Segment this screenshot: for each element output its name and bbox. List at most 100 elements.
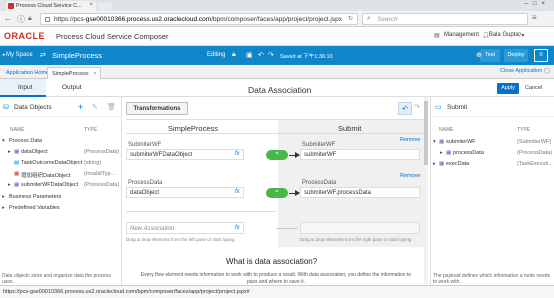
my-space-link[interactable]: My Space bbox=[6, 52, 33, 58]
tree-row[interactable]: ▸ ▦ dataObject (ProcessData) bbox=[0, 149, 122, 160]
col-name-header: NAME bbox=[10, 127, 25, 133]
back-icon[interactable]: ◂ bbox=[2, 52, 5, 58]
collapse-icon[interactable]: ▾ bbox=[433, 139, 436, 145]
source-expression-input[interactable]: dataObject bbox=[126, 187, 244, 198]
collapse-icon[interactable]: ▾ bbox=[2, 138, 5, 144]
tree-row-label: TaskOutcomeDataObject bbox=[21, 160, 83, 166]
submit-payload-panel: ▭ Submit NAME TYPE ▾ ▦ submiterWF (Submi… bbox=[430, 97, 554, 285]
payload-description: The payload defines which information a … bbox=[433, 273, 551, 285]
browser-tab[interactable]: Process Cloud Service C... × bbox=[6, 1, 96, 11]
close-application-link[interactable]: Close Application ◯ bbox=[500, 68, 550, 74]
data-object-icon: ▦ bbox=[14, 149, 20, 155]
menu-icon[interactable]: ≡ bbox=[532, 13, 537, 22]
redo-icon[interactable]: ↷ bbox=[268, 51, 274, 59]
new-association-input[interactable]: New Association bbox=[126, 222, 244, 234]
tree-row[interactable]: ▸ Business Parameters bbox=[0, 194, 122, 205]
close-tab-icon[interactable]: × bbox=[89, 2, 93, 8]
url-field[interactable]: https://pcs-gse00010366.process.us2.orac… bbox=[40, 13, 358, 25]
tree-row[interactable]: ▸ Predefined Variables bbox=[0, 205, 122, 216]
more-menu-icon[interactable]: ≡ bbox=[534, 49, 548, 62]
info-icon[interactable]: ⓘ bbox=[17, 14, 25, 25]
tab-application-home[interactable]: Application Home bbox=[2, 67, 53, 79]
scrollbar-thumb[interactable] bbox=[424, 101, 428, 165]
association-toggle[interactable]: = bbox=[266, 150, 288, 160]
undo-icon[interactable]: ↶ bbox=[258, 51, 264, 59]
data-object-icon: ▦ bbox=[439, 139, 445, 145]
transformations-button[interactable]: Transformations bbox=[126, 102, 188, 115]
col-name-header: NAME bbox=[439, 127, 454, 133]
tree-row[interactable]: ▾ Process Data bbox=[0, 138, 122, 149]
deploy-button[interactable]: Deploy bbox=[504, 49, 528, 62]
expand-icon[interactable]: ▸ bbox=[8, 182, 11, 188]
data-objects-icon: ⛁ bbox=[3, 104, 9, 111]
new-target-input[interactable] bbox=[300, 222, 420, 234]
tree-row-label: 增加组织DataObject bbox=[21, 173, 71, 179]
col-type-header: TYPE bbox=[84, 127, 98, 133]
tab-output[interactable]: Output bbox=[62, 84, 82, 91]
save-icon[interactable]: ▣ bbox=[246, 51, 253, 59]
undo-button[interactable]: ↶ bbox=[398, 102, 412, 115]
help-icon[interactable]: ?▾ bbox=[518, 32, 524, 39]
cancel-button[interactable]: Cancel bbox=[525, 85, 542, 91]
lock-toggle-icon[interactable]: 🔒︎ bbox=[232, 51, 236, 59]
remove-link[interactable]: Remove bbox=[400, 137, 420, 143]
col-type-header: TYPE bbox=[517, 127, 531, 133]
tree-row[interactable]: ▤ TaskOutcomeDataObject (string) bbox=[0, 160, 122, 171]
source-expression-input[interactable]: submiterWFDataObject bbox=[126, 149, 244, 160]
tree-row-label: Predefined Variables bbox=[9, 205, 60, 211]
source-column-header: SimpleProcess bbox=[168, 124, 219, 133]
tree-row[interactable]: ▸ ▦ execData (TaskExecuti... bbox=[431, 161, 554, 172]
expand-icon[interactable]: ▸ bbox=[2, 194, 5, 200]
tree-row-type: (SubmiterWF) bbox=[517, 139, 552, 145]
user-menu[interactable]: Bala Gupta bbox=[489, 32, 519, 38]
target-field[interactable]: submiterWF.processData bbox=[300, 187, 420, 198]
window-controls[interactable]: –□× bbox=[525, 1, 550, 7]
test-button[interactable]: Test bbox=[480, 49, 500, 62]
divider bbox=[126, 133, 426, 134]
tree-row-label: Business Parameters bbox=[9, 194, 62, 200]
tree-row[interactable]: ▦ 增加组织DataObject (InvalidTyp... bbox=[0, 171, 122, 182]
back-arrow-icon[interactable]: ← bbox=[4, 14, 12, 23]
delete-icon[interactable]: 🗑︎ bbox=[107, 103, 116, 111]
apply-button[interactable]: Apply bbox=[497, 83, 519, 94]
oracle-header: ORACLE Process Cloud Service Composer Ma… bbox=[0, 27, 554, 46]
expand-icon[interactable]: ▸ bbox=[8, 149, 11, 155]
expand-icon[interactable]: ▸ bbox=[2, 205, 5, 211]
expand-icon[interactable]: ▸ bbox=[433, 161, 436, 167]
fx-icon[interactable]: fx bbox=[235, 225, 240, 231]
fx-icon[interactable]: fx bbox=[235, 189, 240, 195]
redo-icon[interactable]: ↷ bbox=[414, 103, 420, 111]
app-title: Process Cloud Service Composer bbox=[56, 32, 169, 41]
search-icon: ⌕ bbox=[367, 15, 371, 22]
url-host: gse00010366.process.us2.oraclecloud.com bbox=[85, 16, 212, 23]
add-icon[interactable]: + bbox=[78, 102, 83, 112]
tree-row[interactable]: ▸ ▦ submiterWFDataObject (ProcessData) bbox=[0, 182, 122, 193]
close-application-icon: ◯ bbox=[543, 68, 550, 74]
secure-lock-icon bbox=[45, 17, 50, 22]
target-field[interactable]: submiterWF bbox=[300, 149, 420, 160]
browser-search-field[interactable]: ⌕ Search bbox=[362, 13, 528, 25]
tree-row[interactable]: ▸ ▦ processData (ProcessData) bbox=[431, 150, 554, 161]
tab-input[interactable]: Input bbox=[0, 79, 46, 97]
new-tab-button[interactable] bbox=[96, 3, 114, 10]
tree-row[interactable]: ▾ ▦ submiterWF (SubmiterWF) bbox=[431, 139, 554, 150]
vertical-scrollbar[interactable] bbox=[424, 97, 428, 285]
close-tab-icon[interactable]: × bbox=[93, 71, 96, 77]
mapping-tabs: Input Output Data Association Apply Canc… bbox=[0, 79, 554, 97]
zoom-icon[interactable]: ⊕ bbox=[476, 51, 482, 59]
edit-icon[interactable]: ✎ bbox=[92, 103, 98, 111]
expand-icon[interactable]: ▸ bbox=[440, 150, 443, 156]
tab-simpleprocess[interactable]: SimpleProcess × bbox=[47, 67, 102, 79]
string-icon: ▤ bbox=[14, 160, 20, 166]
association-toggle[interactable]: = bbox=[266, 188, 288, 198]
remove-link[interactable]: Remove bbox=[400, 173, 420, 179]
fx-icon[interactable]: fx bbox=[235, 151, 240, 157]
data-objects-header: ⛁ Data Objects + ✎ 🗑︎ bbox=[0, 97, 122, 117]
process-toolbar: ◂ My Space ⇄ SimpleProcess Editing 🔒︎ ▣ … bbox=[0, 46, 554, 65]
association-canvas: Transformations ↶ ↷ SimpleProcess Submit… bbox=[122, 97, 428, 285]
association-arrow bbox=[289, 152, 300, 158]
management-link[interactable]: Management bbox=[444, 32, 479, 38]
reload-icon[interactable]: ↻ bbox=[348, 15, 353, 22]
divider bbox=[126, 119, 426, 120]
what-is-heading: What is data association? bbox=[226, 257, 318, 266]
